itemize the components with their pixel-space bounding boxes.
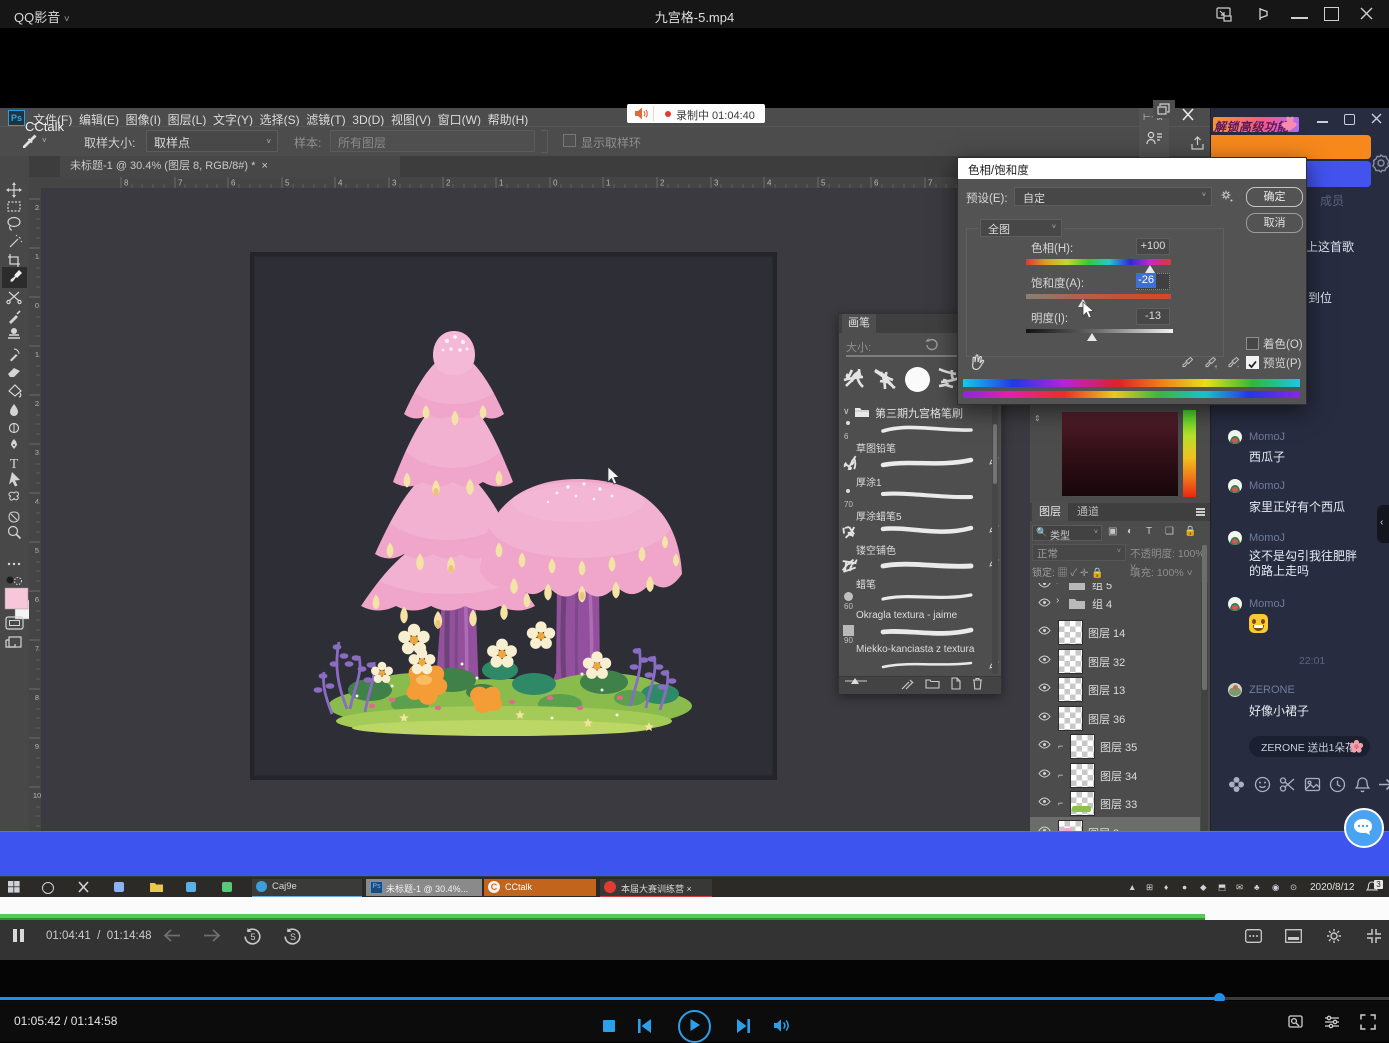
svg-text:7: 7 (178, 179, 183, 188)
svg-text:9: 9 (35, 742, 39, 751)
svg-text:0: 0 (35, 301, 39, 310)
svg-text:2: 2 (660, 179, 665, 188)
svg-text:2: 2 (35, 399, 39, 408)
svg-text:6: 6 (874, 179, 879, 188)
svg-text:3: 3 (392, 179, 397, 188)
svg-text:7: 7 (35, 644, 39, 653)
svg-text:T: T (10, 457, 19, 472)
svg-text:1: 1 (499, 179, 504, 188)
svg-text:4: 4 (767, 179, 772, 188)
svg-text:8: 8 (35, 693, 39, 702)
svg-text:1: 1 (35, 252, 39, 261)
svg-text:-: - (1237, 364, 1240, 370)
svg-text:1: 1 (606, 179, 611, 188)
svg-text:5: 5 (250, 932, 255, 942)
svg-text:5: 5 (821, 179, 826, 188)
svg-text:+: + (1214, 364, 1217, 370)
svg-text:S: S (290, 932, 296, 942)
svg-text:3: 3 (35, 448, 39, 457)
svg-text:1: 1 (35, 350, 39, 359)
svg-text:2: 2 (35, 203, 39, 212)
svg-text:8: 8 (124, 179, 129, 188)
svg-text:6: 6 (35, 595, 39, 604)
svg-text:5: 5 (35, 546, 39, 555)
svg-text:10: 10 (33, 791, 41, 800)
svg-text:4: 4 (35, 497, 39, 506)
svg-text:7: 7 (928, 179, 933, 188)
svg-text:4: 4 (338, 179, 343, 188)
svg-text:2: 2 (446, 179, 451, 188)
svg-text:5: 5 (285, 179, 290, 188)
svg-text:3: 3 (714, 179, 719, 188)
svg-text:6: 6 (231, 179, 236, 188)
svg-text:0: 0 (553, 179, 558, 188)
